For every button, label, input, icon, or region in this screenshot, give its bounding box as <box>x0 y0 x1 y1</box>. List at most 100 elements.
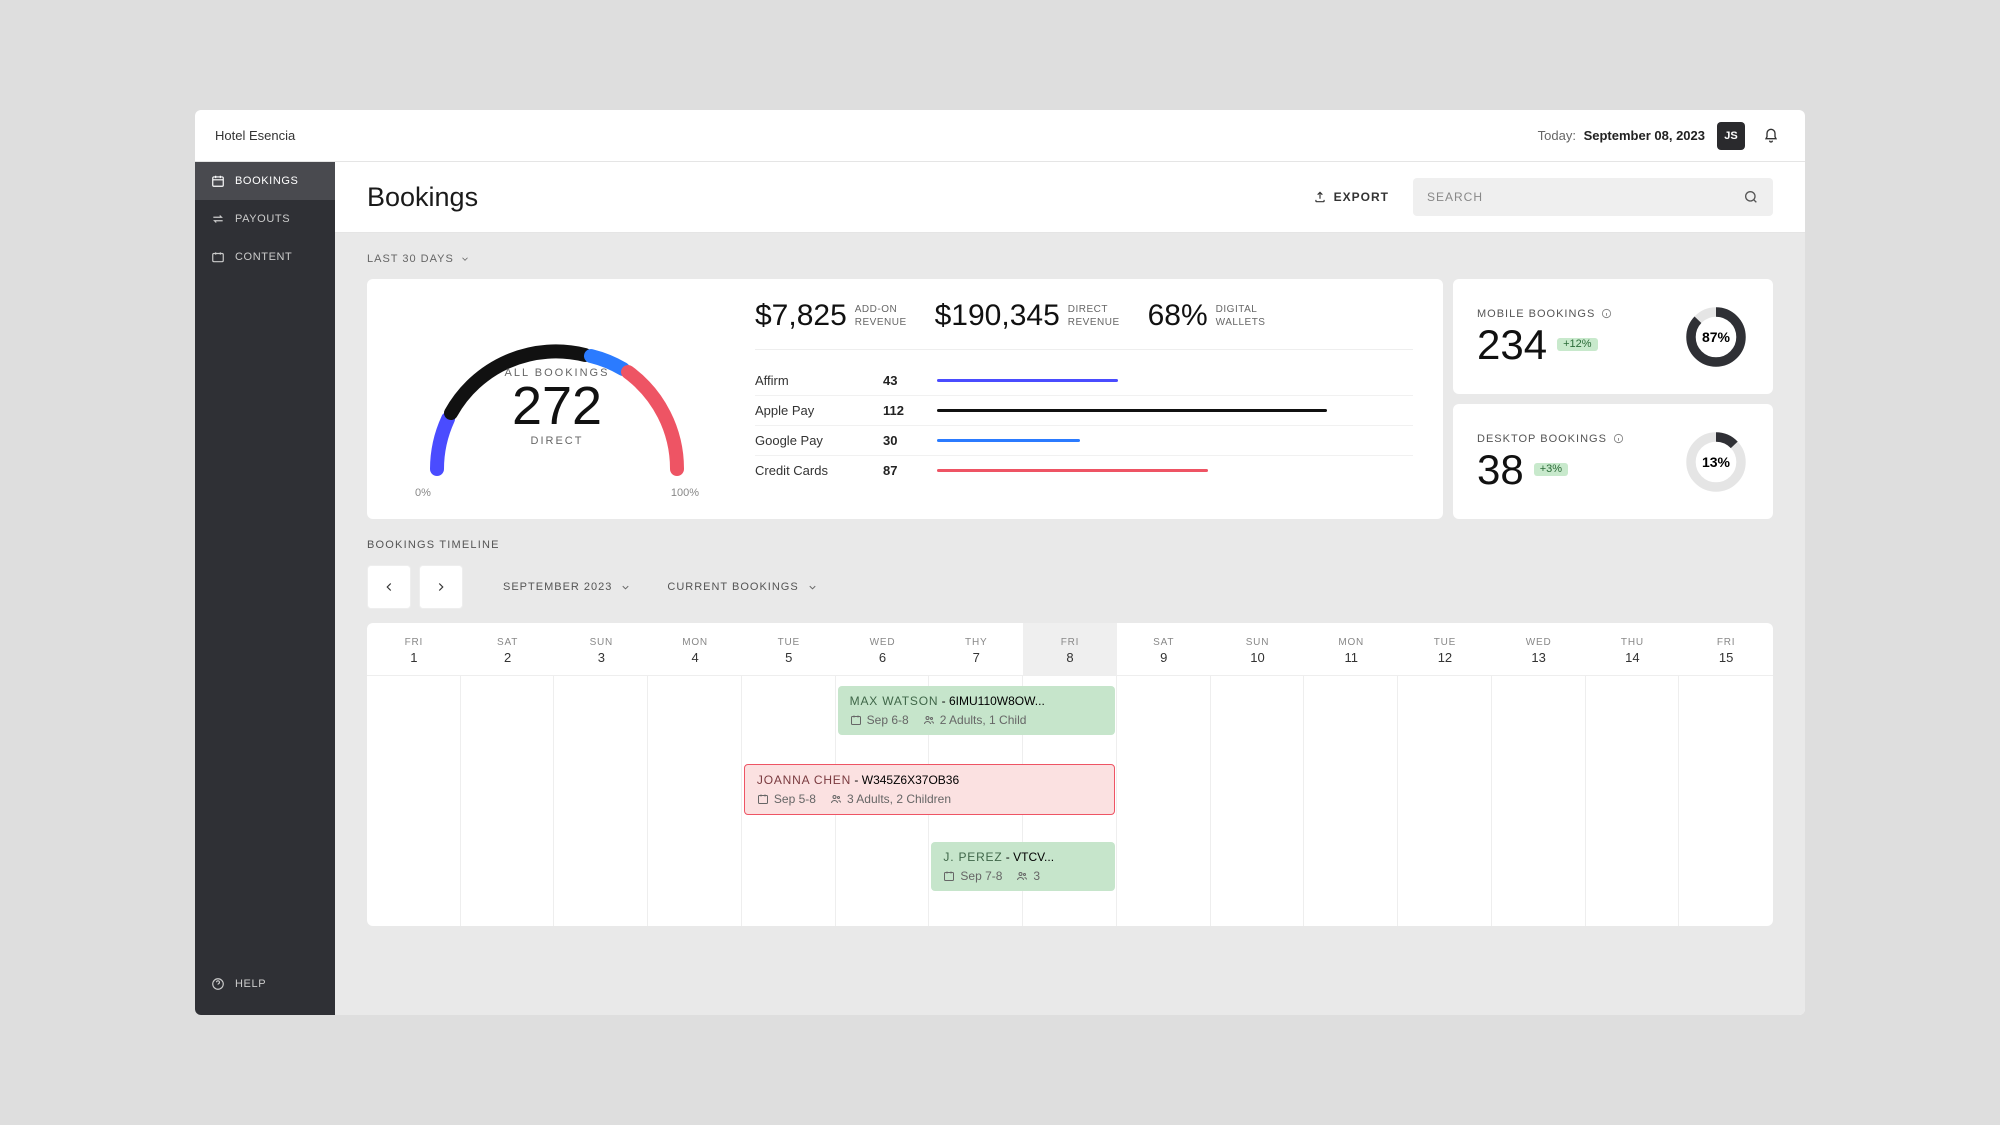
search-input[interactable] <box>1427 190 1743 204</box>
metric-value: 68% <box>1148 299 1208 333</box>
card-value: 38 <box>1477 449 1524 491</box>
day-header[interactable]: FRI8 <box>1023 623 1117 676</box>
card-value-row: 38 +3% <box>1477 449 1624 491</box>
day-header[interactable]: SUN10 <box>1211 623 1305 676</box>
chevron-right-icon <box>434 580 448 594</box>
payment-count: 30 <box>883 433 919 448</box>
day-header[interactable]: THU14 <box>1586 623 1680 676</box>
metric-label: DIGITAL WALLETS <box>1216 299 1266 329</box>
day-header[interactable]: THY7 <box>929 623 1023 676</box>
info-icon[interactable] <box>1613 433 1624 444</box>
payment-row: Credit Cards 87 <box>755 456 1413 485</box>
day-header[interactable]: MON11 <box>1304 623 1398 676</box>
day-header[interactable]: SAT2 <box>461 623 555 676</box>
donut-label: 13% <box>1683 429 1749 495</box>
booking-block[interactable]: J. PEREZ - VTCV... Sep 7-8 3 <box>931 842 1114 891</box>
month-dropdown[interactable]: SEPTEMBER 2023 <box>489 581 645 593</box>
app-window: Hotel Esencia Today: September 08, 2023 … <box>195 110 1805 1015</box>
donut-label: 87% <box>1683 304 1749 370</box>
metric-label: DIRECT REVENUE <box>1068 299 1120 329</box>
metric-value: $7,825 <box>755 299 847 333</box>
today-block: Today: September 08, 2023 <box>1538 128 1705 143</box>
content-icon <box>211 250 225 264</box>
mobile-bookings-card: MOBILE BOOKINGS 234 +12% <box>1453 279 1773 394</box>
card-value: 234 <box>1477 324 1547 366</box>
payment-count: 87 <box>883 463 919 478</box>
metric-addon: $7,825 ADD-ON REVENUE <box>755 299 907 333</box>
sidebar-item-label: CONTENT <box>235 251 292 263</box>
hotel-name: Hotel Esencia <box>215 128 295 143</box>
day-header[interactable]: FRI15 <box>1679 623 1773 676</box>
search-box[interactable] <box>1413 178 1773 216</box>
metric-value: $190,345 <box>935 299 1060 333</box>
sidebar-item-help[interactable]: HELP <box>195 965 335 1003</box>
payment-name: Apple Pay <box>755 403 865 418</box>
avatar[interactable]: JS <box>1717 122 1745 150</box>
chevron-down-icon <box>807 582 818 593</box>
card-title: DESKTOP BOOKINGS <box>1477 433 1624 445</box>
topbar: Hotel Esencia Today: September 08, 2023 … <box>195 110 1805 162</box>
header-actions: EXPORT <box>1313 178 1773 216</box>
desktop-bookings-card: DESKTOP BOOKINGS 38 +3% <box>1453 404 1773 519</box>
payment-bar <box>937 379 1413 382</box>
sidebar-bottom: HELP <box>195 965 335 1015</box>
page-title: Bookings <box>367 182 478 213</box>
day-header[interactable]: SAT9 <box>1117 623 1211 676</box>
month-label: SEPTEMBER 2023 <box>503 581 612 593</box>
day-header[interactable]: SUN3 <box>554 623 648 676</box>
range-dropdown[interactable]: LAST 30 DAYS <box>367 253 1773 265</box>
range-label: LAST 30 DAYS <box>367 253 454 265</box>
next-button[interactable] <box>419 565 463 609</box>
timeline-controls: SEPTEMBER 2023 CURRENT BOOKINGS <box>367 565 1773 609</box>
prev-button[interactable] <box>367 565 411 609</box>
chevron-down-icon <box>620 582 631 593</box>
sidebar-item-content[interactable]: CONTENT <box>195 238 335 276</box>
help-icon <box>211 977 225 991</box>
page-header: Bookings EXPORT <box>335 162 1805 233</box>
gauge: ALL BOOKINGS 272 DIRECT <box>407 299 707 489</box>
calendar-icon <box>211 174 225 188</box>
search-icon <box>1743 189 1759 205</box>
payment-bar <box>937 439 1413 442</box>
gauge-value: 272 <box>407 379 707 433</box>
filter-dropdown[interactable]: CURRENT BOOKINGS <box>653 581 831 593</box>
donut-desktop: 13% <box>1683 429 1749 495</box>
side-column: MOBILE BOOKINGS 234 +12% <box>1453 279 1773 519</box>
payment-name: Google Pay <box>755 433 865 448</box>
chevron-left-icon <box>382 580 396 594</box>
timeline-body: MAX WATSON - 6IMU110W8OW... Sep 6-8 2 Ad… <box>367 676 1773 926</box>
day-header[interactable]: FRI1 <box>367 623 461 676</box>
topbar-right: Today: September 08, 2023 JS <box>1538 122 1785 150</box>
booking-block[interactable]: MAX WATSON - 6IMU110W8OW... Sep 6-8 2 Ad… <box>838 686 1115 735</box>
metric-direct: $190,345 DIRECT REVENUE <box>935 299 1120 333</box>
day-header[interactable]: TUE12 <box>1398 623 1492 676</box>
day-header[interactable]: WED13 <box>1492 623 1586 676</box>
timeline-head: FRI1SAT2SUN3MON4TUE5WED6THY7FRI8SAT9SUN1… <box>367 623 1773 676</box>
gauge-wrap: ALL BOOKINGS 272 DIRECT 0% 100% <box>397 299 717 499</box>
sidebar-item-label: HELP <box>235 978 266 990</box>
day-header[interactable]: WED6 <box>836 623 930 676</box>
day-header[interactable]: MON4 <box>648 623 742 676</box>
booking-block[interactable]: JOANNA CHEN - W345Z6X37OB36 Sep 5-8 3 Ad… <box>744 764 1115 815</box>
main: Bookings EXPORT LAST 30 DAYS <box>335 162 1805 1015</box>
payment-row: Affirm 43 <box>755 366 1413 396</box>
card-delta: +12% <box>1557 338 1597 351</box>
sidebar-item-label: PAYOUTS <box>235 213 290 225</box>
sidebar-top: BOOKINGS PAYOUTS CONTENT <box>195 162 335 965</box>
donut-mobile: 87% <box>1683 304 1749 370</box>
sidebar-item-bookings[interactable]: BOOKINGS <box>195 162 335 200</box>
notifications-button[interactable] <box>1757 122 1785 150</box>
export-button[interactable]: EXPORT <box>1313 190 1389 204</box>
sidebar-item-payouts[interactable]: PAYOUTS <box>195 200 335 238</box>
transfer-icon <box>211 212 225 226</box>
day-header[interactable]: TUE5 <box>742 623 836 676</box>
timeline: FRI1SAT2SUN3MON4TUE5WED6THY7FRI8SAT9SUN1… <box>367 623 1773 926</box>
main-stats-card: ALL BOOKINGS 272 DIRECT 0% 100% <box>367 279 1443 519</box>
payment-bar <box>937 409 1413 412</box>
today-label: Today: <box>1538 128 1576 143</box>
chevron-down-icon <box>460 254 470 264</box>
info-icon[interactable] <box>1601 308 1612 319</box>
payment-row: Apple Pay 112 <box>755 396 1413 426</box>
metric-label: ADD-ON REVENUE <box>855 299 907 329</box>
stats-row: ALL BOOKINGS 272 DIRECT 0% 100% <box>367 279 1773 519</box>
